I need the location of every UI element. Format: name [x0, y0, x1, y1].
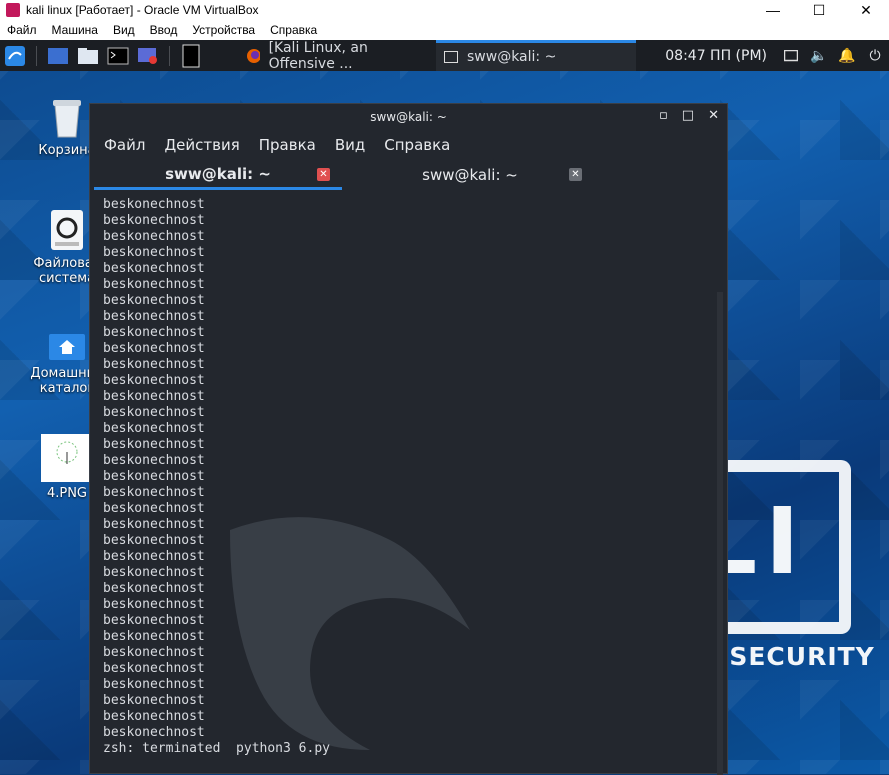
terminal-output-line: beskonechnost: [103, 261, 205, 276]
vbox-menu-help[interactable]: Справка: [270, 23, 317, 37]
tab-label: sww@kali: ~: [422, 166, 518, 184]
terminal-menubar: Файл Действия Правка Вид Справка: [90, 130, 727, 160]
terminal-output-line: beskonechnost: [103, 293, 205, 308]
terminal-output-line: beskonechnost: [103, 437, 205, 452]
vbox-titlebar: kali linux [Работает] - Oracle VM Virtua…: [0, 0, 889, 20]
terminal-icon: [107, 47, 129, 64]
terminal-tab-2[interactable]: sww@kali: ~ ✕: [346, 160, 594, 190]
vbox-menu-file[interactable]: Файл: [7, 23, 37, 37]
vbox-menu-input[interactable]: Ввод: [150, 23, 178, 37]
terminal-output[interactable]: beskonechnost beskonechnost beskonechnost b…: [90, 190, 727, 775]
maximize-icon[interactable]: ☐: [796, 0, 842, 20]
terminal-output-line: beskonechnost: [103, 421, 205, 436]
power-icon[interactable]: ⏻: [861, 40, 889, 71]
terminal-icon: [444, 51, 458, 63]
vbox-menu-view[interactable]: Вид: [113, 23, 135, 37]
terminal-close-icon[interactable]: ✕: [708, 108, 719, 123]
home-icon: [49, 334, 85, 360]
terminal-output-line: beskonechnost: [103, 357, 205, 372]
terminal-maximize-icon[interactable]: □: [682, 108, 694, 123]
terminal-launcher-button[interactable]: [103, 40, 133, 71]
folder-icon: [78, 47, 98, 64]
terminal-title: sww@kali: ~: [370, 110, 447, 124]
task-label: [Kali Linux, an Offensive ...: [268, 39, 368, 72]
notifications-bell-icon[interactable]: 🔔: [833, 40, 861, 71]
terminal-menu-edit[interactable]: Правка: [259, 136, 316, 154]
task-label: sww@kali: ~: [467, 49, 557, 65]
terminal-output-line: beskonechnost: [103, 197, 205, 212]
terminal-tab-1[interactable]: sww@kali: ~ ✕: [94, 160, 342, 190]
terminal-output-line: beskonechnost: [103, 229, 205, 244]
tab-label: sww@kali: ~: [165, 164, 271, 183]
screen-recorder-button[interactable]: [133, 40, 163, 71]
workspace-icon: [182, 44, 200, 67]
kali-dragon-watermark: [230, 517, 470, 750]
vbox-window-title: kali linux [Работает] - Oracle VM Virtua…: [26, 3, 259, 17]
trash-icon: [53, 100, 81, 138]
image-icon: [41, 434, 93, 482]
terminal-output-line: beskonechnost: [103, 213, 205, 228]
workspace-switcher[interactable]: [176, 40, 206, 71]
terminal-output-line: beskonechnost: [103, 405, 205, 420]
panel-clock[interactable]: 08:47 ПП (PM): [665, 48, 767, 64]
kali-panel: [Kali Linux, an Offensive ... sww@kali: …: [0, 39, 889, 72]
vbox-menu-devices[interactable]: Устройства: [192, 23, 255, 37]
terminal-output-line: beskonechnost: [103, 469, 205, 484]
panel-separator: [36, 45, 37, 66]
terminal-output-line: beskonechnost: [103, 309, 205, 324]
kali-menu-button[interactable]: [0, 40, 30, 71]
panel-separator: [169, 45, 170, 66]
kali-dragon-icon: [5, 45, 25, 66]
vbox-menubar: Файл Машина Вид Ввод Устройства Справка: [0, 20, 889, 40]
terminal-window[interactable]: sww@kali: ~ ▫ □ ✕ Файл Действия Правка В…: [89, 103, 728, 775]
terminal-output-line: beskonechnost: [103, 341, 205, 356]
terminal-menu-view[interactable]: Вид: [335, 136, 365, 154]
terminal-output-line: beskonechnost: [103, 453, 205, 468]
tray-window-icon[interactable]: [777, 40, 805, 71]
firefox-icon: [247, 48, 260, 63]
desktop-icon: [48, 47, 68, 64]
terminal-menu-help[interactable]: Справка: [384, 136, 450, 154]
file-manager-button[interactable]: [73, 40, 103, 71]
tab-close-icon[interactable]: ✕: [569, 168, 582, 181]
terminal-output-line: beskonechnost: [103, 373, 205, 388]
terminal-titlebar[interactable]: sww@kali: ~ ▫ □ ✕: [90, 104, 727, 130]
task-terminal[interactable]: sww@kali: ~: [436, 40, 636, 71]
terminal-output-line: beskonechnost: [103, 245, 205, 260]
terminal-menu-actions[interactable]: Действия: [164, 136, 239, 154]
record-icon: [138, 47, 157, 64]
show-desktop-button[interactable]: [43, 40, 73, 71]
terminal-output-line: beskonechnost: [103, 277, 205, 292]
virtualbox-icon: [6, 3, 20, 17]
volume-icon[interactable]: 🔈: [805, 40, 833, 71]
terminal-tabbar: sww@kali: ~ ✕ sww@kali: ~ ✕: [90, 160, 727, 190]
terminal-output-line: beskonechnost: [103, 389, 205, 404]
terminal-output-line: beskonechnost: [103, 325, 205, 340]
terminal-scrollbar[interactable]: [717, 292, 723, 775]
filesystem-icon: [51, 210, 83, 250]
vbox-menu-machine[interactable]: Машина: [52, 23, 98, 37]
close-icon[interactable]: ✕: [843, 0, 889, 20]
terminal-menu-file[interactable]: Файл: [104, 136, 145, 154]
terminal-minimize-icon[interactable]: ▫: [659, 108, 668, 123]
task-firefox[interactable]: [Kali Linux, an Offensive ...: [238, 39, 436, 72]
minimize-icon[interactable]: —: [750, 0, 796, 20]
tab-close-icon[interactable]: ✕: [317, 168, 330, 181]
